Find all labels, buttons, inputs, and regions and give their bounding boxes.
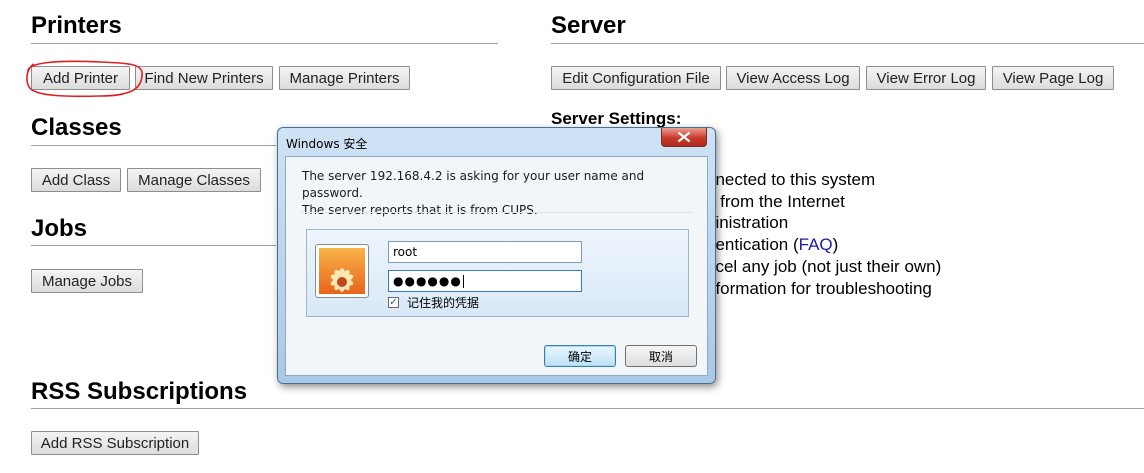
edit-configuration-file-button[interactable]: Edit Configuration File bbox=[551, 66, 721, 90]
settings-line-debug-logging: nformation for troubleshooting bbox=[706, 279, 932, 298]
dialog-body: The server 192.168.4.2 is asking for you… bbox=[285, 156, 708, 376]
faq-suffix: ) bbox=[832, 235, 839, 254]
rss-heading: RSS Subscriptions bbox=[31, 378, 248, 405]
manage-printers-button[interactable]: Manage Printers bbox=[279, 66, 410, 90]
printers-heading: Printers bbox=[31, 12, 122, 39]
dialog-title: Windows 安全 bbox=[286, 137, 368, 151]
server-divider bbox=[551, 43, 1144, 44]
remember-label: 记住我的凭据 bbox=[407, 296, 480, 310]
printers-divider bbox=[31, 43, 498, 44]
classes-divider bbox=[31, 145, 276, 146]
server-settings-label: Server Settings: bbox=[551, 109, 682, 128]
find-new-printers-button[interactable]: Find New Printers bbox=[135, 66, 273, 90]
cancel-button[interactable]: 取消 bbox=[625, 345, 697, 367]
dialog-message-line1: The server 192.168.4.2 is asking for you… bbox=[302, 169, 645, 200]
close-icon bbox=[678, 132, 690, 142]
annotation-circle bbox=[26, 60, 143, 98]
dialog-close-button[interactable] bbox=[661, 128, 707, 147]
remember-credentials[interactable]: ✓ 记住我的凭据 bbox=[388, 294, 479, 311]
server-heading: Server bbox=[551, 12, 626, 39]
settings-line-kerberos: hentication (FAQ) bbox=[706, 235, 838, 255]
text-cursor bbox=[462, 275, 464, 288]
jobs-divider bbox=[31, 245, 276, 246]
settings-line-internet-access: g from the Internet bbox=[706, 192, 845, 211]
settings-line-kerberos-text: hentication ( bbox=[706, 235, 799, 254]
password-dots: ●●●●●● bbox=[393, 274, 462, 288]
manage-jobs-button[interactable]: Manage Jobs bbox=[31, 269, 143, 293]
settings-line-remote-admin: ninistration bbox=[706, 213, 789, 232]
password-field[interactable]: ●●●●●● bbox=[388, 270, 582, 292]
dialog-message-line2: The server reports that it is from CUPS. bbox=[302, 203, 538, 217]
settings-line-cancel-jobs: ncel any job (not just their own) bbox=[706, 257, 942, 276]
jobs-heading: Jobs bbox=[31, 215, 88, 242]
settings-line-remote-printers: nnected to this system bbox=[706, 170, 876, 189]
checkmark-icon: ✓ bbox=[389, 296, 398, 308]
flower-avatar-icon bbox=[315, 244, 369, 298]
view-page-log-button[interactable]: View Page Log bbox=[992, 66, 1114, 90]
windows-security-dialog: Windows 安全 The server 192.168.4.2 is ask… bbox=[277, 127, 716, 384]
classes-heading: Classes bbox=[31, 114, 122, 141]
rss-divider bbox=[31, 408, 1144, 409]
ok-button[interactable]: 确定 bbox=[544, 345, 616, 367]
view-access-log-button[interactable]: View Access Log bbox=[726, 66, 860, 90]
add-class-button[interactable]: Add Class bbox=[31, 168, 121, 192]
remember-checkbox[interactable]: ✓ bbox=[388, 297, 399, 308]
add-rss-subscription-button[interactable]: Add RSS Subscription bbox=[31, 431, 199, 455]
dialog-separator bbox=[302, 212, 692, 213]
faq-link[interactable]: FAQ bbox=[799, 235, 833, 254]
manage-classes-button[interactable]: Manage Classes bbox=[127, 168, 261, 192]
view-error-log-button[interactable]: View Error Log bbox=[866, 66, 986, 90]
username-field[interactable]: root bbox=[388, 241, 582, 263]
credential-tile: root ●●●●●● ✓ 记住我的凭据 bbox=[306, 229, 689, 317]
